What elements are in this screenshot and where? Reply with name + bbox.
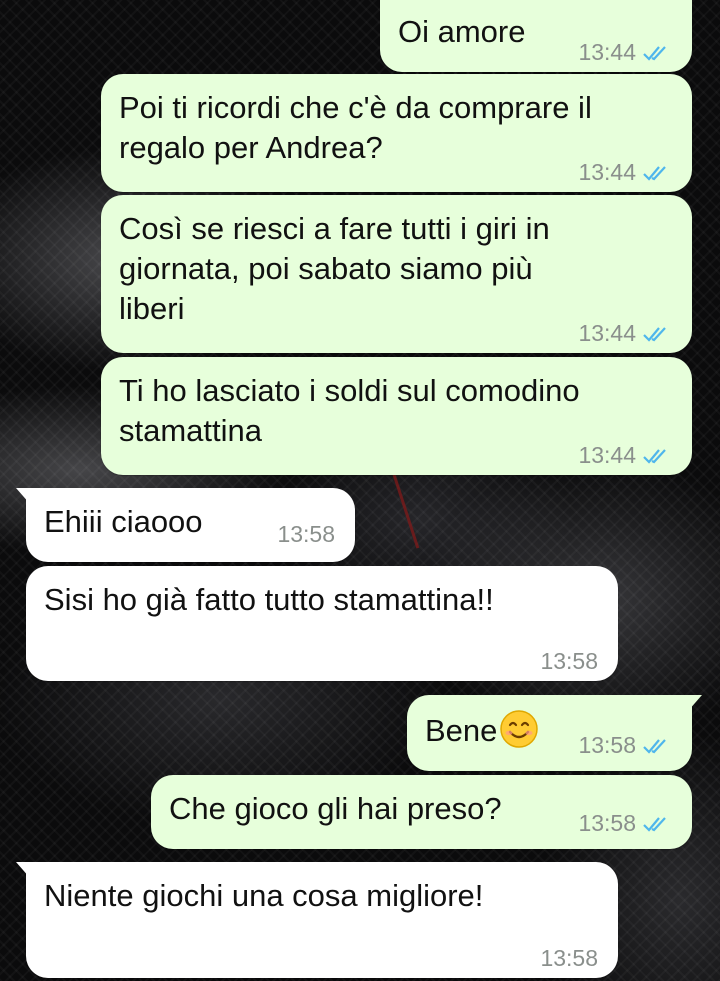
message-bubble-outgoing[interactable]: Ti ho lasciato i soldi sul comodino stam… bbox=[101, 357, 692, 475]
message-bubble-incoming[interactable]: Ehiii ciaooo 13:58 bbox=[16, 488, 355, 562]
message-time: 13:58 bbox=[540, 945, 598, 971]
bubble-tail bbox=[688, 695, 702, 711]
message-text-content: Bene bbox=[425, 713, 498, 748]
double-check-read-icon bbox=[643, 45, 666, 61]
message-bubble-outgoing[interactable]: Che gioco gli hai preso? 13:58 bbox=[151, 775, 692, 849]
message-time: 13:44 bbox=[578, 320, 636, 346]
message-text: Sisi ho già fatto tutto stamattina!! bbox=[44, 582, 494, 617]
message-meta: 13:58 bbox=[578, 810, 672, 837]
message-time: 13:58 bbox=[277, 521, 335, 547]
message-text: Poi ti ricordi che c'è da comprare il re… bbox=[119, 88, 674, 168]
smiling-face-icon bbox=[500, 710, 539, 748]
message-text: Niente giochi una cosa migliore! bbox=[44, 878, 484, 913]
message-meta: 13:58 bbox=[578, 732, 672, 759]
message-line: Poi ti ricordi che c'è da comprare il bbox=[119, 90, 592, 125]
bubble-tail bbox=[16, 488, 30, 504]
message-meta: 13:58 bbox=[540, 945, 598, 972]
double-check-read-icon bbox=[643, 326, 666, 342]
double-check-read-icon bbox=[643, 816, 666, 832]
message-bubble-incoming[interactable]: Niente giochi una cosa migliore! 13:58 bbox=[16, 862, 618, 978]
double-check-read-icon bbox=[643, 448, 666, 464]
message-bubble-outgoing[interactable]: Poi ti ricordi che c'è da comprare il re… bbox=[101, 74, 692, 192]
message-meta: 13:58 bbox=[540, 648, 598, 675]
message-text: Così se riesci a fare tutti i giri in gi… bbox=[119, 209, 674, 329]
message-bubble-outgoing[interactable]: Così se riesci a fare tutti i giri in gi… bbox=[101, 195, 692, 353]
double-check-read-icon bbox=[643, 738, 666, 754]
message-text: Ti ho lasciato i soldi sul comodino stam… bbox=[119, 371, 674, 451]
message-time: 13:58 bbox=[540, 648, 598, 674]
message-bubble-incoming[interactable]: Sisi ho già fatto tutto stamattina!! 13:… bbox=[26, 566, 618, 681]
double-check-read-icon bbox=[643, 165, 666, 181]
message-line: Così se riesci a fare tutti i giri in bbox=[119, 211, 550, 246]
message-meta: 13:44 bbox=[578, 159, 672, 186]
message-meta: 13:44 bbox=[578, 39, 672, 66]
message-time: 13:58 bbox=[578, 810, 636, 836]
message-bubble-outgoing[interactable]: Bene 13:58 bbox=[407, 695, 702, 771]
message-time: 13:44 bbox=[578, 39, 636, 65]
message-time: 13:44 bbox=[578, 159, 636, 185]
message-meta: 13:44 bbox=[578, 320, 672, 347]
message-time: 13:58 bbox=[578, 732, 636, 758]
bubble-tail bbox=[16, 862, 30, 878]
message-bubble-outgoing[interactable]: Oi amore 13:44 bbox=[380, 0, 692, 72]
message-meta: 13:44 bbox=[578, 442, 672, 469]
message-line: giornata, poi sabato siamo più bbox=[119, 251, 533, 286]
message-meta: 13:58 bbox=[277, 521, 335, 548]
message-line: Ti ho lasciato i soldi sul comodino bbox=[119, 373, 580, 408]
message-time: 13:44 bbox=[578, 442, 636, 468]
